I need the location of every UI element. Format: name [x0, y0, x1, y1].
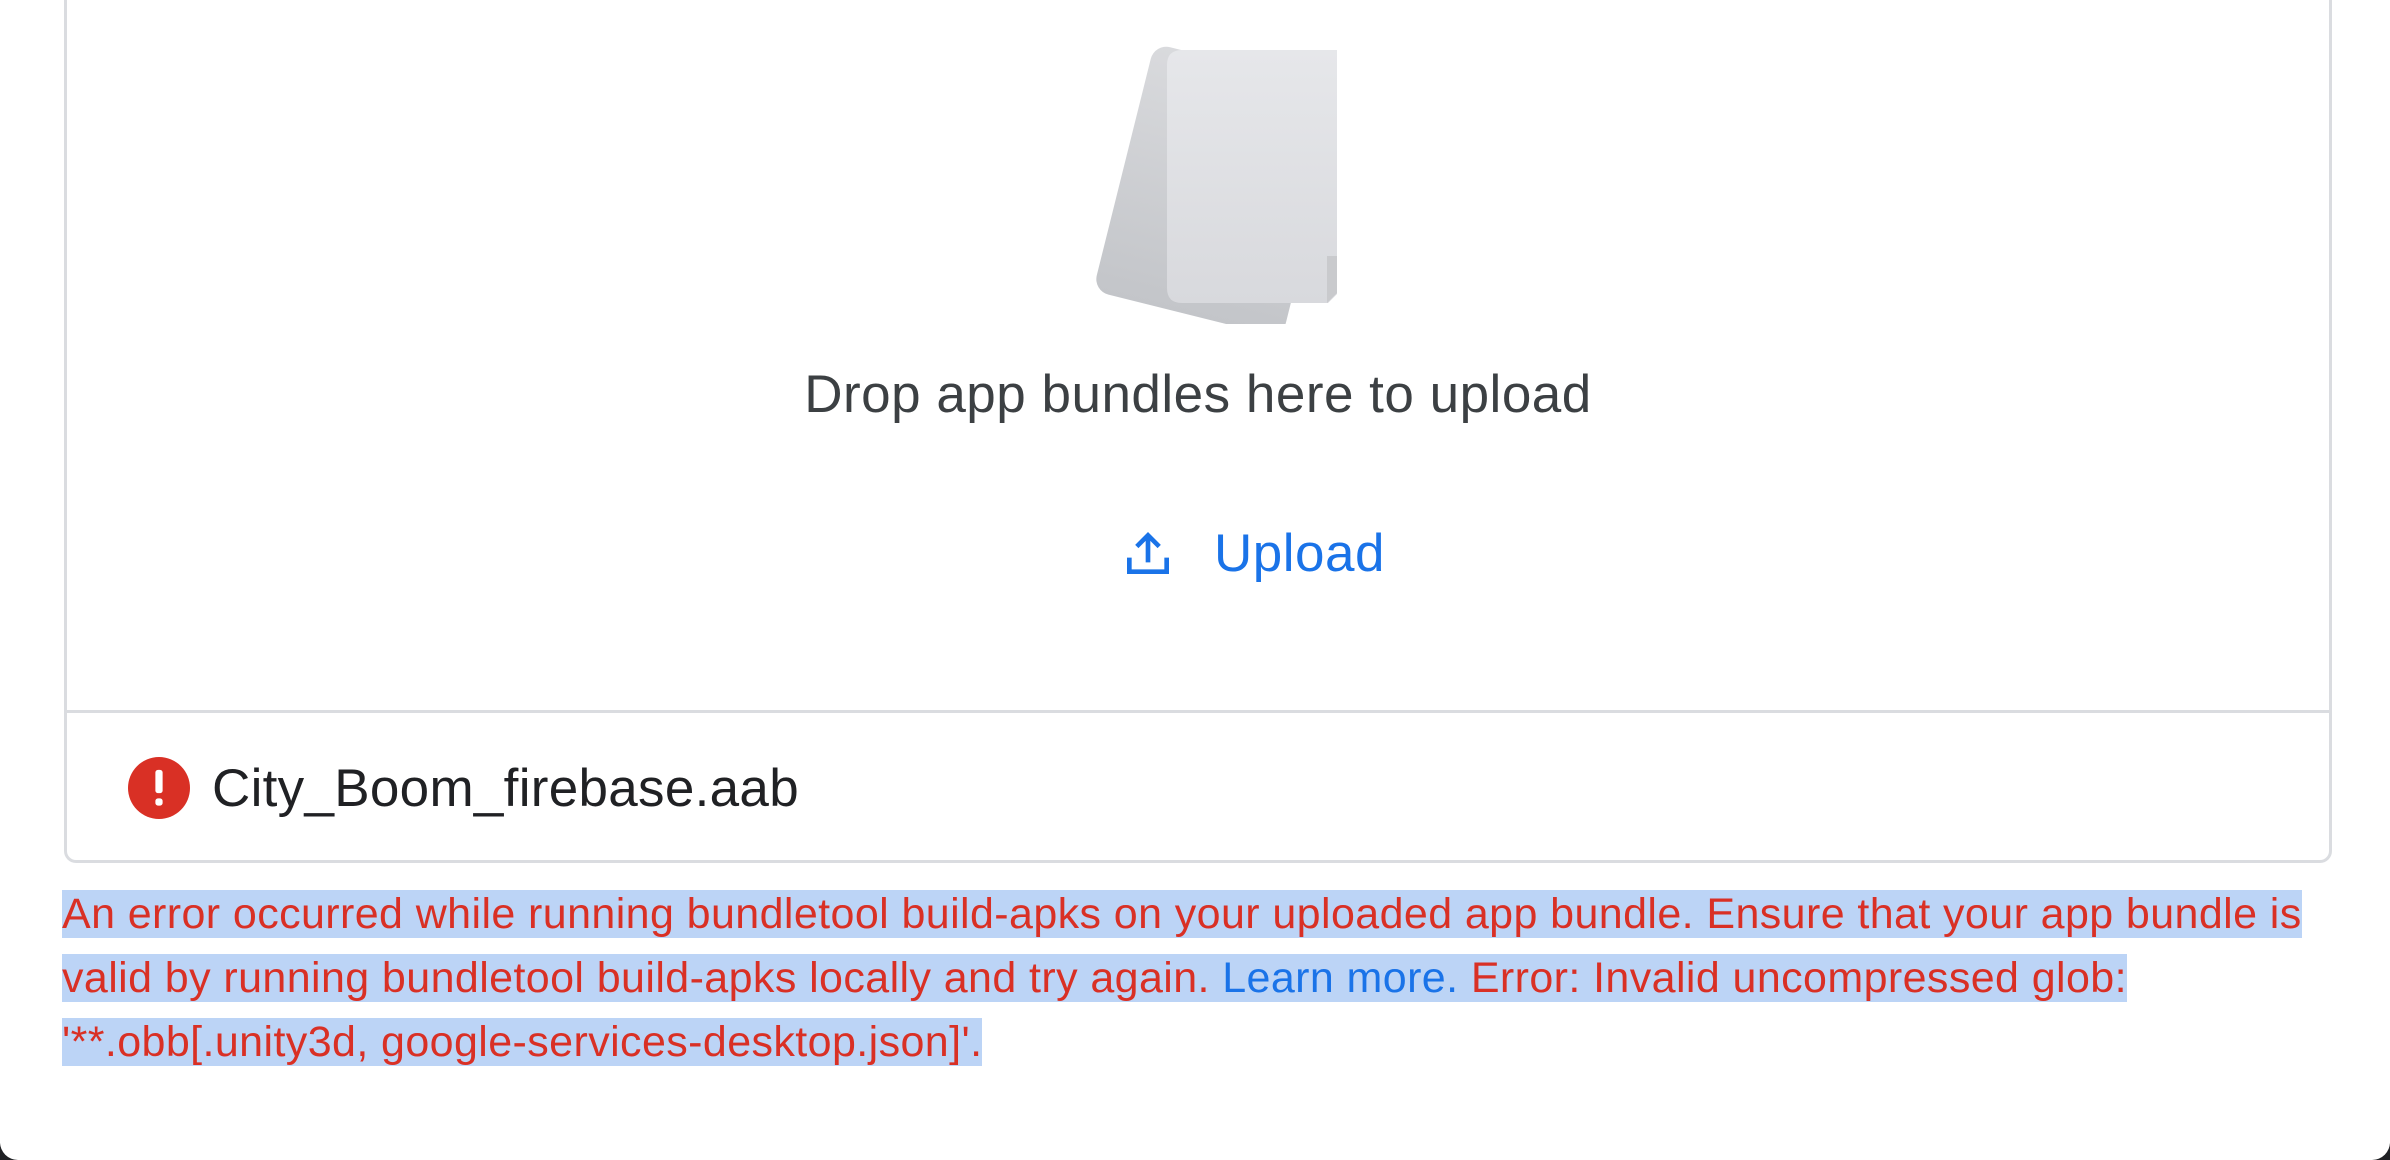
error-icon: [128, 757, 190, 819]
uploaded-file-row: City_Boom_firebase.aab: [67, 713, 2329, 863]
error-message: An error occurred while running bundleto…: [62, 882, 2332, 1074]
page: Drop app bundles here to upload Upload C…: [0, 0, 2390, 1160]
file-name: City_Boom_firebase.aab: [212, 758, 799, 818]
upload-card: Drop app bundles here to upload Upload C…: [64, 0, 2332, 863]
upload-button-label: Upload: [1214, 523, 1385, 583]
drop-zone[interactable]: Drop app bundles here to upload Upload: [67, 0, 2329, 713]
app-bundle-files-icon: [1096, 46, 1337, 324]
upload-icon: [1127, 532, 1169, 574]
upload-button[interactable]: Upload: [1108, 508, 1397, 598]
drop-instruction: Drop app bundles here to upload: [804, 365, 1592, 424]
learn-more-link[interactable]: Learn more.: [1222, 954, 1459, 1002]
